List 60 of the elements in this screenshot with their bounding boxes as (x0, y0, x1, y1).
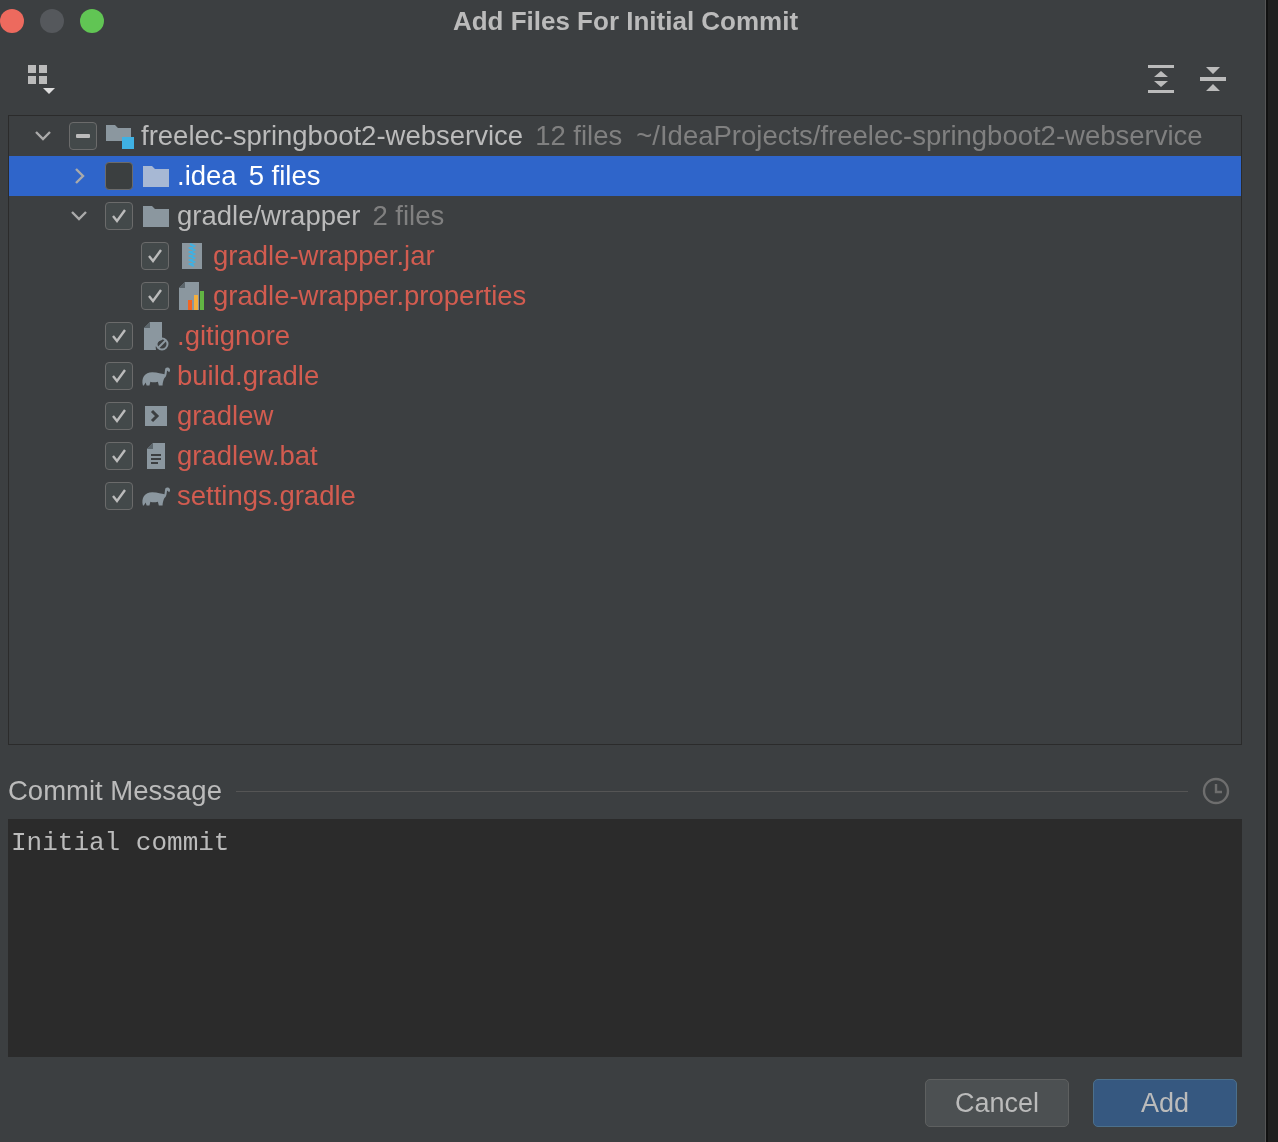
checkbox[interactable] (141, 282, 169, 310)
file-count: 5 files (248, 160, 321, 192)
tree-row[interactable]: gradle/wrapper 2 files (9, 196, 1241, 236)
check-icon (110, 407, 128, 425)
folder-name: gradle/wrapper (177, 200, 361, 232)
file-name: gradle-wrapper.jar (213, 240, 435, 272)
checkbox[interactable] (105, 442, 133, 470)
group-by-icon[interactable] (26, 62, 58, 95)
cancel-button[interactable]: Cancel (925, 1079, 1069, 1127)
properties-file-icon (178, 281, 206, 311)
collapse-all-icon[interactable] (1199, 65, 1227, 92)
tree-row[interactable]: gradle-wrapper.jar (9, 236, 1241, 276)
file-name: .gitignore (177, 320, 291, 352)
file-name: gradlew (177, 400, 274, 432)
file-count: 2 files (372, 200, 445, 232)
selected-row-highlight[interactable]: .idea 5 files (9, 156, 1241, 196)
folder-icon (142, 164, 170, 188)
checkbox[interactable] (105, 162, 133, 190)
tree-row[interactable]: freelec-springboot2-webservice 12 files ~/IdeaProjects/freelec-springboot2-webservice (9, 116, 1241, 156)
text-file-icon (146, 442, 166, 470)
ignored-file-icon (143, 321, 169, 351)
checkbox[interactable] (105, 402, 133, 430)
folder-icon (142, 204, 170, 228)
file-name: gradle-wrapper.properties (213, 280, 527, 312)
check-icon (110, 207, 128, 225)
tree-row[interactable]: build.gradle (9, 356, 1241, 396)
check-icon (146, 247, 164, 265)
check-icon (110, 447, 128, 465)
tree-row[interactable]: .gitignore (9, 316, 1241, 356)
commit-message-field[interactable]: Initial commit (8, 819, 1242, 1057)
tree-row[interactable]: settings.gradle (9, 476, 1241, 516)
close-button[interactable] (0, 9, 24, 33)
checkbox[interactable] (69, 122, 97, 150)
window-title: Add Files For Initial Commit (451, 5, 800, 37)
folder-name: .idea (177, 160, 237, 192)
file-count: 12 files (535, 120, 623, 152)
section-label: Commit Message (8, 775, 222, 807)
checkbox[interactable] (141, 242, 169, 270)
terminal-file-icon (144, 404, 168, 428)
tree-row[interactable]: gradlew.bat (9, 436, 1241, 476)
zoom-button[interactable] (80, 9, 104, 33)
check-icon (146, 287, 164, 305)
checkbox[interactable] (105, 482, 133, 510)
tree-row[interactable]: gradlew (9, 396, 1241, 436)
expand-all-icon[interactable] (1147, 63, 1175, 94)
file-name: gradlew.bat (177, 440, 318, 472)
check-icon (110, 327, 128, 345)
check-icon (110, 487, 128, 505)
checkbox[interactable] (105, 202, 133, 230)
folder-path: ~/IdeaProjects/freelec-springboot2-webservice (636, 120, 1203, 152)
archive-icon (181, 242, 203, 270)
checkbox[interactable] (105, 322, 133, 350)
checkbox[interactable] (105, 362, 133, 390)
check-icon (110, 367, 128, 385)
file-name: settings.gradle (177, 480, 356, 512)
file-name: build.gradle (177, 360, 320, 392)
folder-name: freelec-springboot2-webservice (141, 120, 524, 152)
module-folder-icon (105, 122, 135, 150)
tree-row[interactable]: gradle-wrapper.properties (9, 276, 1241, 316)
add-button[interactable]: Add (1093, 1079, 1237, 1127)
